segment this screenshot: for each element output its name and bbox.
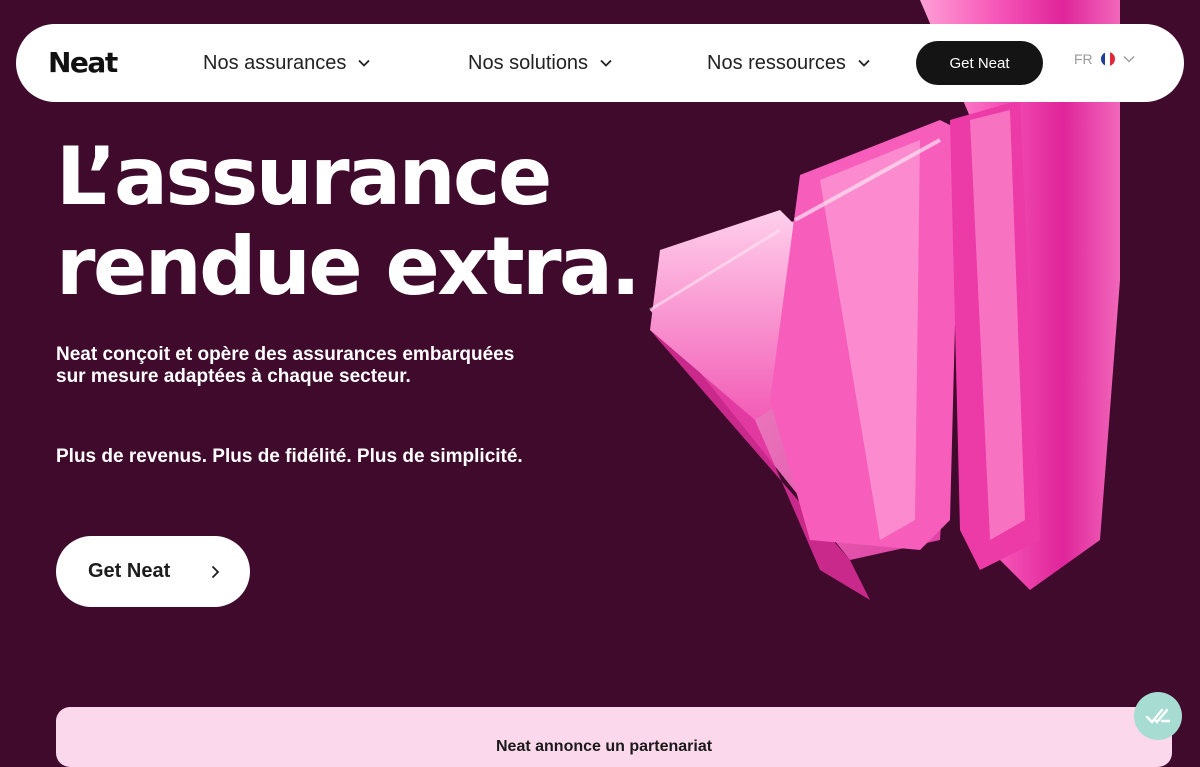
hero-description: Neat conçoit et opère des assurances emb… bbox=[56, 344, 515, 387]
chevron-right-icon bbox=[211, 565, 220, 579]
announcement-banner[interactable]: Neat annonce un partenariat bbox=[56, 707, 1172, 767]
language-code: FR bbox=[1074, 51, 1093, 67]
chevron-down-icon bbox=[858, 59, 870, 67]
top-navbar: Neat Nos assurances Nos solutions Nos re… bbox=[16, 24, 1184, 102]
hero-tagline: Plus de revenus. Plus de fidélité. Plus … bbox=[56, 446, 523, 467]
announcement-text: Neat annonce un partenariat bbox=[496, 738, 713, 755]
get-neat-hero-button[interactable]: Get Neat bbox=[56, 536, 250, 607]
nav-item-nos-solutions[interactable]: Nos solutions bbox=[468, 50, 612, 76]
nav-item-label: Nos solutions bbox=[468, 51, 589, 74]
nav-item-label: Nos ressources bbox=[707, 51, 846, 74]
get-neat-nav-button[interactable]: Get Neat bbox=[916, 41, 1043, 85]
nav-item-nos-assurances[interactable]: Nos assurances bbox=[203, 50, 371, 76]
nav-item-nos-ressources[interactable]: Nos ressources bbox=[707, 50, 870, 76]
nav-item-label: Nos assurances bbox=[203, 51, 347, 74]
language-selector[interactable]: FR bbox=[1074, 51, 1135, 67]
chevron-down-icon bbox=[600, 59, 612, 67]
france-flag-icon bbox=[1100, 52, 1115, 66]
chat-widget-button[interactable] bbox=[1134, 692, 1182, 740]
checkmark-chat-icon bbox=[1145, 706, 1171, 726]
hero-cta-label: Get Neat bbox=[88, 560, 171, 582]
chevron-down-icon bbox=[358, 59, 371, 67]
hero-title-line-2: rendue extra. bbox=[56, 220, 641, 313]
neat-logo[interactable]: Neat bbox=[48, 46, 118, 79]
hero-title-line-1: L’assurance bbox=[56, 130, 552, 223]
hero-title: L’assurance rendue extra. bbox=[56, 130, 641, 313]
chevron-down-icon bbox=[1123, 55, 1135, 63]
